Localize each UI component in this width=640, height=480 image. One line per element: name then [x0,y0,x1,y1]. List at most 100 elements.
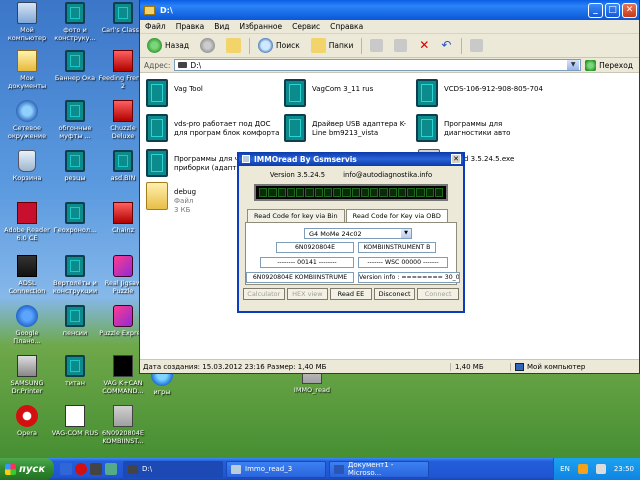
tab-read-via-obd[interactable]: Read Code for Key via OBD [345,209,448,222]
desktop-icon-item[interactable]: SAMSUNG Dr.Printer [2,355,52,395]
menu-favorites[interactable]: Избранное [240,22,283,31]
desktop-icon-label: SAMSUNG Dr.Printer [10,379,44,395]
computer-icon [515,362,524,371]
folders-button[interactable]: Папки [308,36,357,55]
move-to-button[interactable] [367,37,386,54]
toolbar-separator [461,37,463,54]
maximize-button[interactable]: □ [605,2,620,18]
menu-view[interactable]: Вид [214,22,229,31]
task-explorer[interactable]: D:\ [123,460,223,478]
tray-icon[interactable] [577,464,588,474]
file-icon [113,2,133,24]
file-icon [416,114,438,142]
desktop-icon-item[interactable]: Геохронол... [50,202,100,234]
up-folder-button[interactable] [223,36,244,55]
views-button[interactable] [467,37,486,54]
file-icon [146,114,168,142]
desktop-icon-label: Adobe Reader 6.0 CE [4,226,50,242]
part-number-field[interactable]: 6N0920804E [276,242,354,253]
desktop-icon-item[interactable]: Сетевое окружение [2,100,52,140]
desktop-icon-label: Корзина [12,174,42,182]
minimize-button[interactable]: _ [588,2,603,18]
chevron-down-icon[interactable]: ▼ [401,229,411,238]
toolbar: Назад Поиск Папки ✕ ↶ [140,34,639,58]
lcd-segment [286,188,295,197]
task-word[interactable]: Документ1 - Microso... [329,460,429,478]
copy-to-button[interactable] [391,37,410,54]
desktop-icon-label: Google Плано... [13,329,41,345]
menu-edit[interactable]: Правка [176,22,205,31]
delete-button[interactable]: ✕ [415,36,433,55]
close-button[interactable]: ✕ [622,2,637,18]
file-icon [65,150,85,172]
device-select[interactable]: G4 MoMe 24c02 ▼ [304,228,412,239]
connect-button[interactable]: Connect [417,288,459,300]
desktop-icon-item[interactable]: титан [50,355,100,387]
menu-bar: Файл Правка Вид Избранное Сервис Справка [140,20,639,34]
search-button[interactable]: Поиск [255,36,303,55]
ie-icon[interactable] [60,463,72,475]
desktop-icon-item[interactable]: резцы [50,150,100,182]
language-indicator[interactable]: EN [560,465,570,473]
desktop-icon-item[interactable]: Баннер Ока [50,50,100,82]
file-item[interactable]: vds-pro работает под ДОС для програм бло… [146,114,281,142]
code-field[interactable]: -------- 00141 -------- [260,257,354,268]
calculator-button[interactable]: Calculator [243,288,285,300]
tray-icon[interactable] [595,464,606,474]
menu-help[interactable]: Справка [330,22,363,31]
desktop-icon-item[interactable]: ADSL Connection [2,255,52,295]
documents-icon [17,50,37,72]
go-button[interactable]: Переход [585,59,639,71]
start-button[interactable]: пуск [0,458,54,480]
opera-icon[interactable] [75,463,87,475]
desktop-icon-item[interactable]: пенсии [50,305,100,337]
file-item[interactable]: VCDS-106-912-908-805-704 [416,79,576,107]
desktop-icon[interactable] [105,463,117,475]
disconnect-button[interactable]: Disconect [373,288,416,300]
desktop-icon-item[interactable]: Корзина [2,150,52,182]
network-icon [16,100,38,122]
task-immoread[interactable]: Immo_read_3 [226,460,326,478]
ident-field[interactable]: 6N0920804E KOMBIINSTRUME [246,272,354,283]
address-dropdown-icon[interactable]: ▼ [567,60,580,70]
tab-read-via-bin[interactable]: Read Code for key via Bin [247,209,345,222]
desktop-icon-item[interactable]: Opera [2,405,52,437]
version-info-field[interactable]: Version info : ======== 30_08.2 = [358,272,460,283]
forward-button[interactable] [197,36,218,55]
menu-tools[interactable]: Сервис [292,22,320,31]
wsc-field[interactable]: ------- WSC 00000 ------- [358,257,448,268]
desktop-icon-item[interactable]: VAG-COM RUS [50,405,100,437]
media-icon[interactable] [90,463,102,475]
forward-arrow-icon [200,38,216,53]
undo-button[interactable]: ↶ [438,36,456,55]
desktop-icon-item[interactable]: обгонные муфты ... [50,100,100,140]
read-ee-button[interactable]: Read EE [330,288,372,300]
desktop-icon-item[interactable]: Adobe Reader 6.0 CE [2,202,52,242]
email-text: info@autodiagnostika.info [343,171,433,179]
hex-view-button[interactable]: HEX view [286,288,329,300]
desktop-icon-item[interactable]: Вертолёты и конструкции [50,255,100,295]
desktop-icon-item[interactable]: Мой компьютер [2,2,52,42]
file-icon [65,50,85,72]
explorer-titlebar[interactable]: D:\ _ □ ✕ [140,0,639,20]
move-icon [370,39,384,52]
close-button[interactable]: ✕ [451,154,461,164]
module-field[interactable]: KOMBIINSTRUMENT B [358,242,436,253]
address-input[interactable]: D:\ ▼ [174,59,582,71]
desktop-icon-label: Мои документы [7,74,47,90]
file-item[interactable]: Программы для диагностики авто [416,114,551,142]
desktop-icon-item[interactable]: Мои документы [2,50,52,90]
file-item[interactable]: Vag Tool [146,79,281,107]
file-item[interactable]: Драйвер USB адаптера K-Line bm9213_vista [284,114,419,142]
desktop-icon-label: игры [153,388,171,396]
menu-file[interactable]: Файл [145,22,166,31]
address-value: D:\ [190,60,202,70]
undo-icon: ↶ [441,38,452,52]
file-item[interactable]: VagCom 3_11 rus [284,79,419,107]
desktop-icon-item[interactable]: фото и конструку... [50,2,100,42]
back-button[interactable]: Назад [144,36,192,55]
desktop-icon-item[interactable]: Google Плано... [2,305,52,345]
immoread-titlebar[interactable]: IMMOread By Gsmservis ✕ [239,152,463,166]
desktop-icon-item[interactable]: 6N0920804E KOMBIINST... [98,405,148,445]
file-icon [65,355,85,377]
